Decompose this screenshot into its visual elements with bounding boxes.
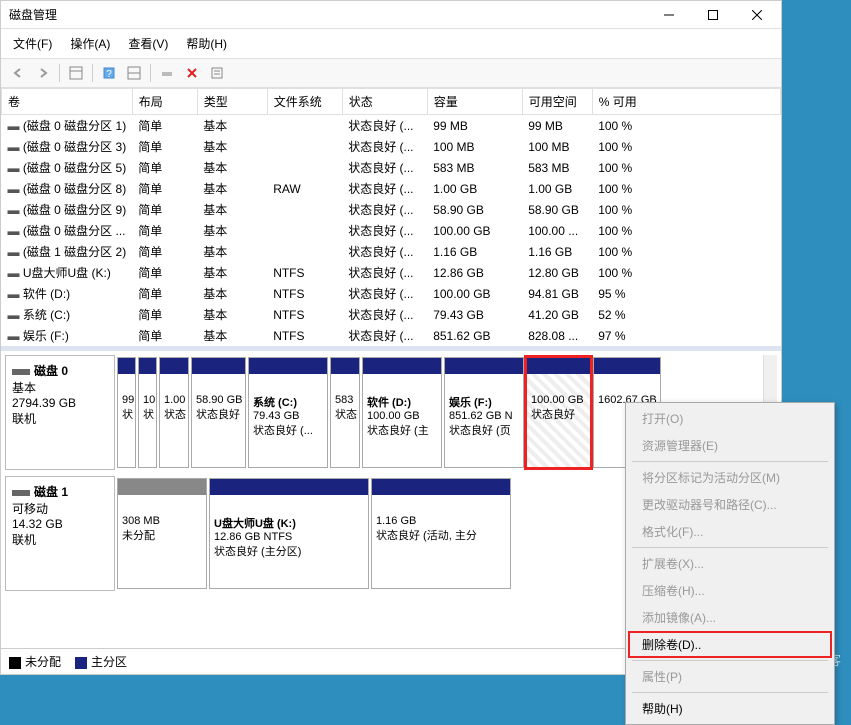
properties-button[interactable] <box>206 62 228 84</box>
maximize-button[interactable] <box>691 1 735 29</box>
volume-table: 卷 布局 类型 文件系统 状态 容量 可用空间 % 可用 (磁盘 0 磁盘分区 … <box>1 88 781 351</box>
menu-separator <box>632 461 828 462</box>
menu-shrink[interactable]: 压缩卷(H)... <box>628 577 832 604</box>
partition[interactable]: 100.00 GB状态良好 <box>526 357 591 468</box>
svg-text:?: ? <box>106 69 112 80</box>
menu-help[interactable]: 帮助(H) <box>628 695 832 722</box>
disk-status: 联机 <box>12 531 108 548</box>
disk-name: 磁盘 1 <box>34 485 68 499</box>
table-row[interactable]: 娱乐 (F:)简单基本NTFS状态良好 (...851.62 GB828.08 … <box>2 325 781 346</box>
partition[interactable]: U盘大师U盘 (K:)12.86 GB NTFS状态良好 (主分区) <box>209 478 369 589</box>
menu-open[interactable]: 打开(O) <box>628 405 832 432</box>
table-row[interactable]: (磁盘 0 磁盘分区 ...简单基本状态良好 (...100.00 GB100.… <box>2 220 781 241</box>
back-button[interactable] <box>7 62 29 84</box>
partition[interactable]: 1.16 GB状态良好 (活动, 主分 <box>371 478 511 589</box>
col-capacity[interactable]: 容量 <box>427 89 522 115</box>
disk-type: 可移动 <box>12 500 108 517</box>
menu-format[interactable]: 格式化(F)... <box>628 518 832 545</box>
col-layout[interactable]: 布局 <box>132 89 197 115</box>
menu-change-letter[interactable]: 更改驱动器号和路径(C)... <box>628 491 832 518</box>
table-row[interactable]: (磁盘 0 磁盘分区 5)简单基本状态良好 (...583 MB583 MB10… <box>2 157 781 178</box>
menu-separator <box>632 660 828 661</box>
table-row[interactable]: (磁盘 0 磁盘分区 3)简单基本状态良好 (...100 MB100 MB10… <box>2 136 781 157</box>
col-pct[interactable]: % 可用 <box>592 89 780 115</box>
table-row[interactable]: (磁盘 0 磁盘分区 8)简单基本RAW状态良好 (...1.00 GB1.00… <box>2 178 781 199</box>
partition[interactable]: 系统 (C:)79.43 GB状态良好 (... <box>248 357 328 468</box>
titlebar: 磁盘管理 <box>1 1 781 29</box>
close-button[interactable] <box>735 1 779 29</box>
disk-size: 2794.39 GB <box>12 396 108 410</box>
partition[interactable]: 1.00状态 <box>159 357 189 468</box>
table-row[interactable]: 系统 (C:)简单基本NTFS状态良好 (...79.43 GB41.20 GB… <box>2 304 781 325</box>
disk-status: 联机 <box>12 410 108 427</box>
menu-file[interactable]: 文件(F) <box>9 33 56 54</box>
action-button[interactable] <box>156 62 178 84</box>
disk-size: 14.32 GB <box>12 517 108 531</box>
table-row[interactable]: (磁盘 1 磁盘分区 2)简单基本状态良好 (...1.16 GB1.16 GB… <box>2 241 781 262</box>
partition[interactable]: 308 MB未分配 <box>117 478 207 589</box>
forward-button[interactable] <box>32 62 54 84</box>
menu-delete-volume[interactable]: 删除卷(D).. <box>628 631 832 658</box>
disk-name: 磁盘 0 <box>34 364 68 378</box>
col-type[interactable]: 类型 <box>197 89 267 115</box>
minimize-button[interactable] <box>647 1 691 29</box>
menu-add-mirror[interactable]: 添加镜像(A)... <box>628 604 832 631</box>
disk-icon <box>12 369 30 375</box>
menu-help[interactable]: 帮助(H) <box>182 33 231 54</box>
table-row[interactable]: (磁盘 0 磁盘分区 1)简单基本状态良好 (...99 MB99 MB100 … <box>2 115 781 137</box>
menu-separator <box>632 692 828 693</box>
partition[interactable]: 娱乐 (F:)851.62 GB N状态良好 (页 <box>444 357 524 468</box>
partition[interactable]: 软件 (D:)100.00 GB状态良好 (主 <box>362 357 442 468</box>
table-row[interactable]: 软件 (D:)简单基本NTFS状态良好 (...100.00 GB94.81 G… <box>2 283 781 304</box>
separator <box>59 64 60 82</box>
disk-icon <box>12 490 30 496</box>
menu-explorer[interactable]: 资源管理器(E) <box>628 432 832 459</box>
separator <box>150 64 151 82</box>
col-volume[interactable]: 卷 <box>2 89 133 115</box>
table-header-row: 卷 布局 类型 文件系统 状态 容量 可用空间 % 可用 <box>2 89 781 115</box>
disk-label-1[interactable]: 磁盘 1 可移动 14.32 GB 联机 <box>5 476 115 591</box>
menu-mark-active[interactable]: 将分区标记为活动分区(M) <box>628 464 832 491</box>
list-button[interactable] <box>123 62 145 84</box>
menu-action[interactable]: 操作(A) <box>66 33 114 54</box>
disk-label-0[interactable]: 磁盘 0 基本 2794.39 GB 联机 <box>5 355 115 470</box>
col-free[interactable]: 可用空间 <box>522 89 592 115</box>
col-status[interactable]: 状态 <box>342 89 427 115</box>
col-fs[interactable]: 文件系统 <box>267 89 342 115</box>
partition[interactable]: 99状 <box>117 357 136 468</box>
context-menu: 打开(O) 资源管理器(E) 将分区标记为活动分区(M) 更改驱动器号和路径(C… <box>625 402 835 725</box>
menubar: 文件(F) 操作(A) 查看(V) 帮助(H) <box>1 29 781 59</box>
view-button[interactable] <box>65 62 87 84</box>
legend-unallocated: 未分配 <box>9 653 61 670</box>
legend-primary: 主分区 <box>75 653 127 670</box>
toolbar: ? <box>1 59 781 88</box>
partition[interactable]: 583状态 <box>330 357 360 468</box>
disk-type: 基本 <box>12 379 108 396</box>
table-row[interactable]: (磁盘 0 磁盘分区 9)简单基本状态良好 (...58.90 GB58.90 … <box>2 199 781 220</box>
window-title: 磁盘管理 <box>9 6 647 23</box>
partition[interactable]: 58.90 GB状态良好 <box>191 357 246 468</box>
table-row[interactable]: U盘大师U盘 (K:)简单基本NTFS状态良好 (...12.86 GB12.8… <box>2 262 781 283</box>
partition[interactable]: 10状 <box>138 357 157 468</box>
delete-button[interactable] <box>181 62 203 84</box>
help-button[interactable]: ? <box>98 62 120 84</box>
menu-extend[interactable]: 扩展卷(X)... <box>628 550 832 577</box>
menu-separator <box>632 547 828 548</box>
menu-view[interactable]: 查看(V) <box>124 33 172 54</box>
separator <box>92 64 93 82</box>
menu-properties[interactable]: 属性(P) <box>628 663 832 690</box>
